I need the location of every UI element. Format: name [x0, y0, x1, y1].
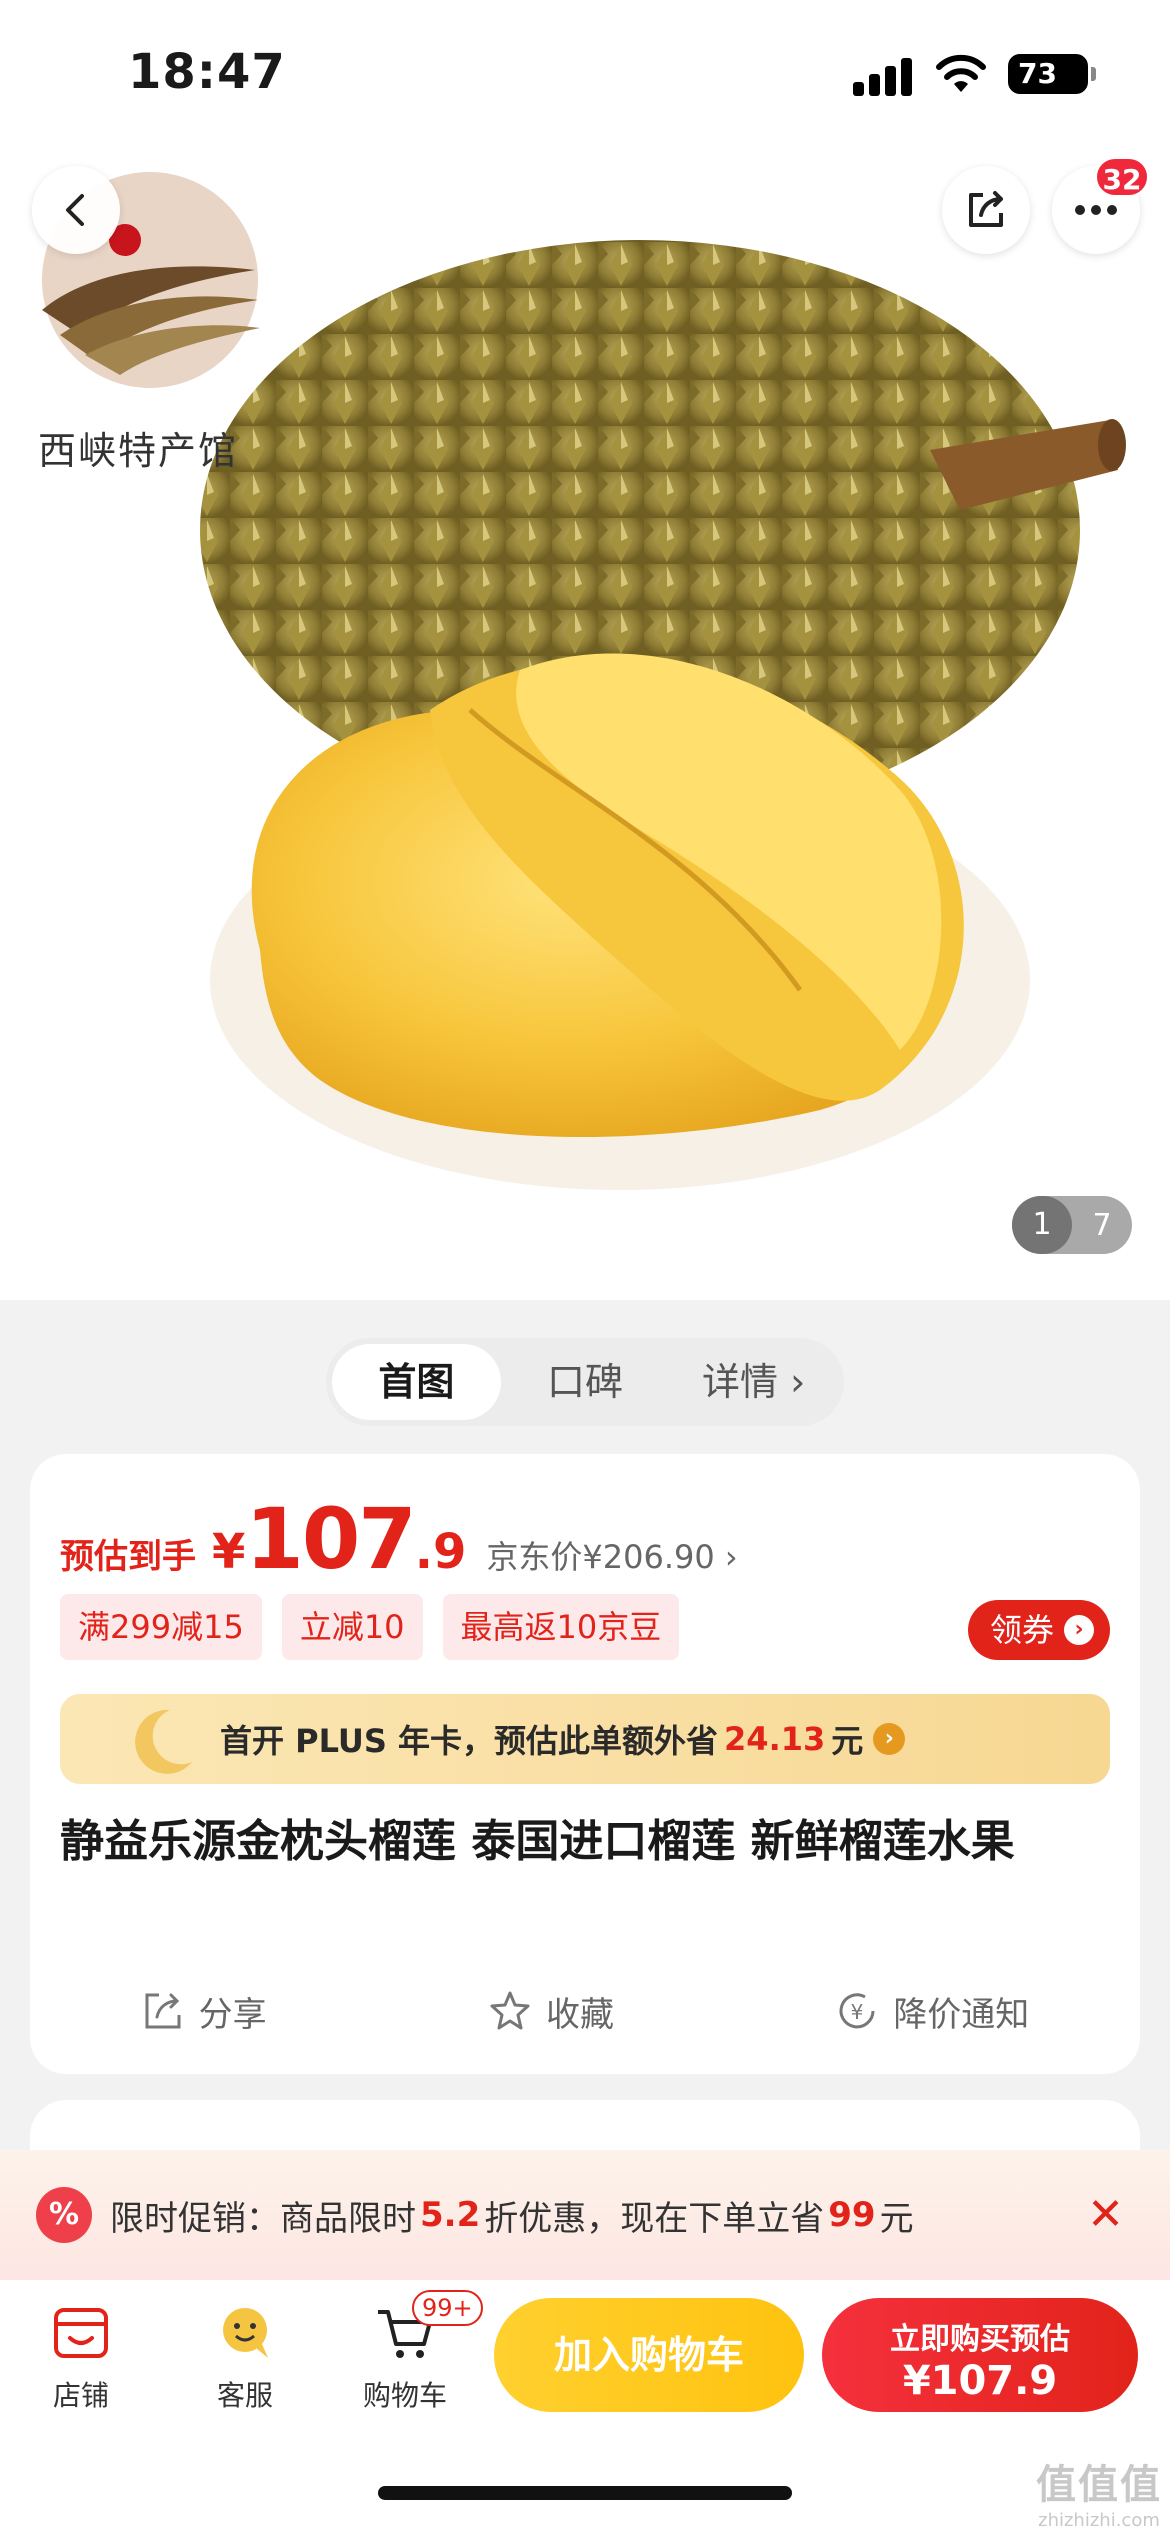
customer-service-button[interactable]: 客服: [190, 2300, 300, 2414]
status-time: 18:47: [128, 44, 286, 100]
chevron-right-icon: ›: [873, 1723, 906, 1755]
price-alert-label: 降价通知: [893, 1994, 1030, 2035]
notification-badge: 32: [1094, 156, 1150, 198]
signal-icon: [853, 56, 913, 96]
coupon-tag[interactable]: 立减10: [281, 1594, 423, 1660]
tab-details[interactable]: 详情 ›: [669, 1344, 838, 1420]
price-row: 预估到手 ¥ 107 .9 京东价¥206.90 ›: [60, 1490, 738, 1588]
jd-price-link[interactable]: 京东价¥206.90 ›: [486, 1532, 737, 1578]
price-currency: ¥: [212, 1524, 246, 1580]
store-icon: [54, 2308, 108, 2358]
crescent-icon: [135, 1709, 192, 1774]
durian-image: [42, 172, 1126, 1190]
watermark-url: zhizhizhi.com: [1038, 2510, 1160, 2531]
coupon-tag[interactable]: 满299减15: [60, 1594, 262, 1660]
customer-service-icon: [223, 2308, 268, 2358]
customer-service-label: 客服: [216, 2379, 273, 2412]
get-coupon-button[interactable]: 领券 ›: [967, 1600, 1110, 1660]
chevron-right-icon: ›: [1064, 1615, 1094, 1645]
watermark: 值值值 zhizhizhi.com: [1036, 2452, 1162, 2531]
product-title: 静益乐源金枕头榴莲 泰国进口榴莲 新鲜榴莲水果: [60, 1816, 1015, 1867]
price-integer: 107: [245, 1490, 416, 1588]
buy-now-label: 立即购买预估: [890, 2322, 1070, 2357]
product-info-card: 预估到手 ¥ 107 .9 京东价¥206.90 › 满299减15 立减10 …: [30, 1454, 1140, 2074]
share-icon: [145, 1993, 181, 2029]
more-button[interactable]: 32: [1052, 156, 1150, 254]
promo-banner[interactable]: % 限时促销：商品限时 5.2 折优惠，现在下单立省 99 元 ✕: [0, 2150, 1170, 2280]
wifi-icon: [936, 54, 986, 92]
share-button[interactable]: [942, 166, 1030, 254]
cart-count-badge: 99+: [412, 2290, 483, 2326]
store-logo-text: 西峡特产馆: [38, 429, 239, 473]
promo-prefix: 限时促销：商品限时: [110, 2198, 416, 2239]
share-label: 分享: [198, 1994, 267, 2035]
buy-now-price: ¥107.9: [902, 2358, 1058, 2404]
svg-text:¥: ¥: [851, 2000, 864, 2024]
home-indicator[interactable]: [378, 2486, 792, 2500]
back-button[interactable]: [32, 166, 120, 254]
chevron-left-icon: [66, 194, 84, 226]
tab-reviews[interactable]: 口碑: [501, 1344, 670, 1420]
favorite-action[interactable]: 收藏: [488, 1987, 614, 2036]
plus-banner-text: 首开 PLUS 年卡，预估此单额外省: [220, 1722, 719, 1760]
plus-membership-banner[interactable]: 首开 PLUS 年卡，预估此单额外省 24.13 元 ›: [60, 1694, 1110, 1784]
share-action[interactable]: 分享: [141, 1987, 267, 2036]
get-coupon-label: 领券: [989, 1611, 1054, 1649]
promo-discount: 5.2: [420, 2195, 481, 2235]
image-page-indicator: 1 7: [1012, 1196, 1132, 1254]
section-tabs: 首图 口碑 详情 ›: [326, 1338, 844, 1426]
price-alert-action[interactable]: ¥ 降价通知: [835, 1987, 1029, 2036]
total-pages: 7: [1092, 1207, 1112, 1243]
share-icon: [969, 191, 1003, 227]
star-icon: [490, 1991, 530, 2030]
cart-button[interactable]: 99+ 购物车: [350, 2290, 483, 2414]
store-label: 店铺: [52, 2379, 109, 2412]
current-page: 1: [1012, 1196, 1072, 1254]
promo-mid: 折优惠，现在下单立省: [484, 2198, 825, 2239]
promo-save: 99: [828, 2195, 876, 2235]
cart-label: 购物车: [362, 2379, 447, 2412]
favorite-label: 收藏: [545, 1994, 614, 2035]
store-button[interactable]: 店铺: [26, 2300, 136, 2414]
tab-main-image[interactable]: 首图: [332, 1344, 501, 1420]
add-to-cart-button[interactable]: 加入购物车: [494, 2298, 804, 2412]
discount-icon: %: [36, 2187, 92, 2243]
plus-save-amount: 24.13: [724, 1720, 826, 1758]
promo-suffix: 元: [879, 2198, 914, 2239]
buy-now-button[interactable]: 立即购买预估 ¥107.9: [822, 2298, 1138, 2412]
close-icon[interactable]: ✕: [1087, 2192, 1124, 2238]
coupon-list: 满299减15 立减10 最高返10京豆: [60, 1594, 680, 1660]
battery-indicator: 73: [1008, 54, 1096, 94]
status-bar: 18:47 73: [0, 0, 1170, 150]
price-decimal: .9: [414, 1524, 467, 1580]
coupon-tag[interactable]: 最高返10京豆: [442, 1594, 680, 1660]
product-actions: 分享 收藏 ¥ 降价通知: [30, 1976, 1140, 2046]
price-label: 预估到手: [60, 1537, 196, 1577]
plus-save-unit: 元: [831, 1722, 864, 1760]
price-drop-icon: ¥: [839, 1993, 875, 2029]
watermark-logo: 值值值: [1036, 2462, 1162, 2508]
product-image-carousel[interactable]: [0, 150, 1170, 1300]
more-dots-icon: [1075, 205, 1117, 215]
